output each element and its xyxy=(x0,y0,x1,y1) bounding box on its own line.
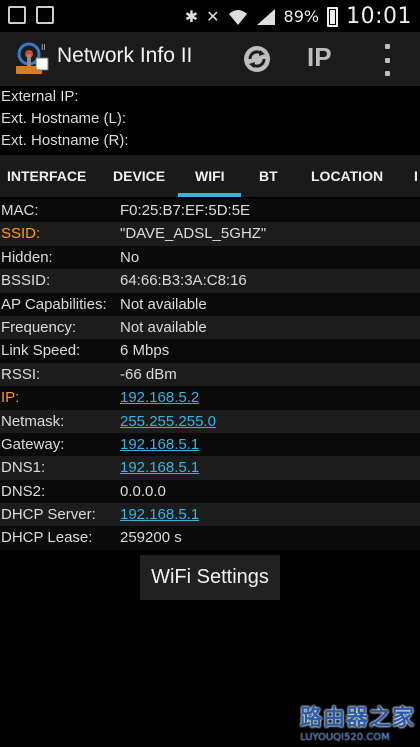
svg-text:II: II xyxy=(41,43,46,52)
refresh-icon[interactable] xyxy=(240,42,274,76)
bag-icon xyxy=(36,6,54,24)
mac-value: F0:25:B7:EF:5D:5E xyxy=(120,202,251,219)
tab-more[interactable]: I xyxy=(414,155,418,197)
netmask-link[interactable]: 255.255.255.0 xyxy=(120,410,216,433)
row-dhcp-lease: DHCP Lease: 259200 s xyxy=(0,526,420,550)
ssid-label: SSID: xyxy=(1,225,41,243)
notification-icons xyxy=(8,6,54,24)
wifi-info-list: MAC: F0:25:B7:EF:5D:5E SSID: "DAVE_ADSL_… xyxy=(0,199,420,550)
watermark-title: 路由器之家 xyxy=(300,706,416,731)
row-rssi: RSSI: -66 dBm xyxy=(0,362,420,387)
row-ssid: SSID: "DAVE_ADSL_5GHZ" xyxy=(0,222,420,246)
dhcp-server-link[interactable]: 192.168.5.1 xyxy=(120,503,199,526)
frequency-label: Frequency: xyxy=(1,318,77,336)
link-speed-label: Link Speed: xyxy=(1,342,81,360)
row-gateway: Gateway: 192.168.5.1 xyxy=(0,432,420,457)
row-dhcp-server: DHCP Server: 192.168.5.1 xyxy=(0,503,420,527)
tab-location[interactable]: LOCATION xyxy=(311,155,383,197)
tab-device[interactable]: DEVICE xyxy=(113,155,165,197)
image-icon xyxy=(8,6,26,24)
status-bar: ✱ ✕ 89% 10:01 xyxy=(0,0,420,32)
wifi-settings-button[interactable]: WiFi Settings xyxy=(140,555,280,600)
row-mac: MAC: F0:25:B7:EF:5D:5E xyxy=(0,199,420,223)
row-frequency: Frequency: Not available xyxy=(0,315,420,340)
wifi-icon xyxy=(228,9,247,25)
tab-bt[interactable]: BT xyxy=(259,155,278,197)
signal-icon xyxy=(256,8,275,25)
tab-indicator xyxy=(178,193,241,197)
battery-icon xyxy=(327,6,339,27)
rssi-value: -66 dBm xyxy=(120,365,177,383)
tab-bar: INTERFACE DEVICE WIFI BT LOCATION I xyxy=(0,155,420,197)
dhcp-lease-value: 259200 s xyxy=(120,529,182,547)
frequency-value: Not available xyxy=(120,318,207,336)
row-link-speed: Link Speed: 6 Mbps xyxy=(0,339,420,363)
mac-label: MAC: xyxy=(1,202,39,219)
battery-percent: 89% xyxy=(283,7,320,26)
hidden-value: No xyxy=(120,248,140,266)
row-hidden: Hidden: No xyxy=(0,245,420,270)
ip-link[interactable]: 192.168.5.2 xyxy=(120,386,199,409)
dhcp-server-label: DHCP Server: xyxy=(1,506,96,524)
app-title: Network Info II xyxy=(57,44,193,67)
bssid-value: 64:66:B3:3A:C8:16 xyxy=(120,272,247,290)
external-info: External IP: Ext. Hostname (L): Ext. Hos… xyxy=(0,86,420,152)
ext-hostname-remote-label: Ext. Hostname (R): xyxy=(1,132,129,149)
dhcp-lease-label: DHCP Lease: xyxy=(1,529,93,547)
ssid-value: "DAVE_ADSL_5GHZ" xyxy=(120,225,267,243)
external-ip-label: External IP: xyxy=(1,88,79,105)
watermark-url: LUYOUQI520.COM xyxy=(300,732,390,743)
row-dns1: DNS1: 192.168.5.1 xyxy=(0,456,420,480)
ap-capabilities-label: AP Capabilities: xyxy=(1,295,107,313)
dns1-link[interactable]: 192.168.5.1 xyxy=(120,456,199,479)
row-ip: IP: 192.168.5.2 xyxy=(0,386,420,410)
bluetooth-icon: ✱ xyxy=(184,7,199,26)
link-speed-value: 6 Mbps xyxy=(120,342,170,360)
netmask-label: Netmask: xyxy=(1,412,65,430)
ip-button[interactable]: IP xyxy=(307,42,332,73)
mute-icon: ✕ xyxy=(206,7,220,26)
row-bssid: BSSID: 64:66:B3:3A:C8:16 xyxy=(0,269,420,293)
ip-label: IP: xyxy=(1,389,20,407)
tab-wifi[interactable]: WIFI xyxy=(195,155,225,197)
gateway-label: Gateway: xyxy=(1,435,65,453)
gateway-link[interactable]: 192.168.5.1 xyxy=(120,433,199,456)
dns1-label: DNS1: xyxy=(1,459,46,477)
app-logo: II xyxy=(16,42,49,74)
watermark: 路由器之家 LUYOUQI520.COM xyxy=(300,700,418,744)
hidden-label: Hidden: xyxy=(1,248,53,266)
row-netmask: Netmask: 255.255.255.0 xyxy=(0,409,420,433)
system-icons: ✱ ✕ 89% 10:01 xyxy=(185,4,412,29)
tab-interface[interactable]: INTERFACE xyxy=(7,155,86,197)
overflow-menu-icon[interactable] xyxy=(380,44,394,76)
dns2-value: 0.0.0.0 xyxy=(120,482,166,500)
ap-capabilities-value: Not available xyxy=(120,295,207,313)
row-dns2: DNS2: 0.0.0.0 xyxy=(0,479,420,504)
clock: 10:01 xyxy=(346,4,412,29)
ext-hostname-local-label: Ext. Hostname (L): xyxy=(1,110,127,127)
bssid-label: BSSID: xyxy=(1,272,51,290)
dns2-label: DNS2: xyxy=(1,482,46,500)
row-ap-capabilities: AP Capabilities: Not available xyxy=(0,292,420,316)
rssi-label: RSSI: xyxy=(1,365,41,383)
action-bar: II Network Info II IP xyxy=(0,32,420,86)
